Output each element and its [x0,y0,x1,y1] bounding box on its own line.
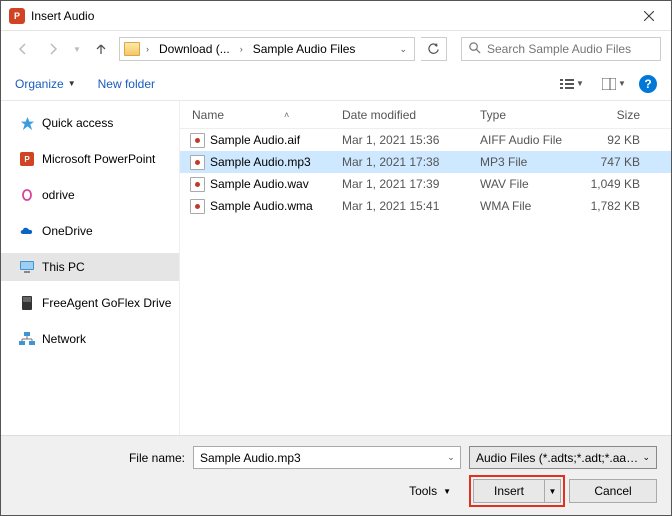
file-name: Sample Audio.mp3 [210,155,311,169]
file-size: 1,782 KB [580,199,650,213]
search-icon [468,41,481,57]
sidebar-item-odrive[interactable]: odrive [1,181,179,209]
file-name: Sample Audio.wav [210,177,309,191]
file-type-filter[interactable]: Audio Files (*.adts;*.adt;*.aac;*. ⌄ [469,446,657,469]
app-icon: P [9,8,25,24]
sidebar-item-network[interactable]: Network [1,325,179,353]
organize-button[interactable]: Organize ▼ [15,77,76,91]
file-name: Sample Audio.aif [210,133,300,147]
cancel-label: Cancel [594,484,631,498]
sidebar-item-label: This PC [42,260,85,274]
sort-indicator-icon: ˄ [284,110,289,120]
close-button[interactable] [626,1,671,31]
powerpoint-icon: P [19,151,35,167]
nav-back-button[interactable] [11,37,35,61]
folder-icon [124,42,140,56]
file-date: Mar 1, 2021 15:36 [342,133,480,147]
file-size: 1,049 KB [580,177,650,191]
chevron-down-icon[interactable]: ⌄ [396,44,410,55]
breadcrumb[interactable]: › Download (... › Sample Audio Files ⌄ [119,37,415,61]
filter-label: Audio Files (*.adts;*.adt;*.aac;*. [476,451,638,465]
file-date: Mar 1, 2021 15:41 [342,199,480,213]
file-date: Mar 1, 2021 17:38 [342,155,480,169]
view-mode-button[interactable]: ▼ [555,73,589,95]
file-type: WMA File [480,199,580,213]
file-type: AIFF Audio File [480,133,580,147]
nav-forward-button[interactable] [41,37,65,61]
sidebar-item-label: FreeAgent GoFlex Drive [42,296,171,310]
file-row[interactable]: Sample Audio.wma Mar 1, 2021 15:41 WMA F… [180,195,671,217]
file-type: MP3 File [480,155,580,169]
onedrive-icon [19,223,35,239]
nav-up-button[interactable] [89,37,113,61]
file-row[interactable]: Sample Audio.mp3 Mar 1, 2021 17:38 MP3 F… [180,151,671,173]
breadcrumb-item[interactable]: Sample Audio Files [249,40,360,58]
sidebar-item-label: odrive [42,188,75,202]
sidebar-item-powerpoint[interactable]: P Microsoft PowerPoint [1,145,179,173]
star-icon [19,115,35,131]
chevron-down-icon: ▼ [68,79,76,88]
filename-field[interactable]: ⌄ [193,446,461,469]
new-folder-label: New folder [98,77,155,91]
sidebar-item-onedrive[interactable]: OneDrive [1,217,179,245]
file-name: Sample Audio.wma [210,199,313,213]
filename-dropdown-icon[interactable]: ⌄ [442,452,460,463]
insert-button[interactable]: Insert ▼ [473,479,561,503]
network-icon [19,331,35,347]
file-size: 92 KB [580,133,650,147]
recent-locations-dropdown[interactable]: ▼ [71,37,83,61]
insert-label: Insert [474,484,544,498]
sidebar-item-label: Microsoft PowerPoint [42,152,155,166]
chevron-down-icon: ⌄ [642,452,650,463]
refresh-button[interactable] [421,37,447,61]
column-header-date[interactable]: Date modified [342,108,480,122]
audio-file-icon [190,177,205,192]
column-header-type[interactable]: Type [480,108,580,122]
file-list-pane: Name˄ Date modified Type Size Sample Aud… [179,101,671,439]
tools-label: Tools [409,484,437,498]
file-row[interactable]: Sample Audio.wav Mar 1, 2021 17:39 WAV F… [180,173,671,195]
breadcrumb-item[interactable]: Download (... [155,40,234,58]
tools-button[interactable]: Tools ▼ [409,484,451,498]
cancel-button[interactable]: Cancel [569,479,657,503]
odrive-icon [19,187,35,203]
help-button[interactable]: ? [639,75,657,93]
audio-file-icon [190,199,205,214]
sidebar-item-label: Network [42,332,86,346]
audio-file-icon [190,155,205,170]
sidebar-item-drive[interactable]: FreeAgent GoFlex Drive [1,289,179,317]
column-header-size[interactable]: Size [580,108,650,122]
chevron-down-icon: ▼ [443,487,451,496]
drive-icon [19,295,35,311]
filename-input[interactable] [194,451,442,465]
file-size: 747 KB [580,155,650,169]
preview-pane-button[interactable]: ▼ [597,73,631,95]
column-header-name[interactable]: Name˄ [180,108,342,122]
insert-dropdown[interactable]: ▼ [544,480,560,502]
new-folder-button[interactable]: New folder [98,77,155,91]
file-date: Mar 1, 2021 17:39 [342,177,480,191]
dialog-title: Insert Audio [31,9,626,23]
sidebar-item-label: Quick access [42,116,113,130]
filename-label: File name: [15,451,185,465]
sidebar: Quick access P Microsoft PowerPoint odri… [1,101,179,439]
sidebar-item-quick-access[interactable]: Quick access [1,109,179,137]
file-type: WAV File [480,177,580,191]
audio-file-icon [190,133,205,148]
chevron-right-icon[interactable]: › [237,44,246,54]
search-box[interactable] [461,37,661,61]
file-row[interactable]: Sample Audio.aif Mar 1, 2021 15:36 AIFF … [180,129,671,151]
sidebar-item-this-pc[interactable]: This PC [1,253,179,281]
sidebar-item-label: OneDrive [42,224,93,238]
search-input[interactable] [487,42,654,56]
organize-label: Organize [15,77,64,91]
chevron-right-icon[interactable]: › [143,44,152,54]
pc-icon [19,259,35,275]
